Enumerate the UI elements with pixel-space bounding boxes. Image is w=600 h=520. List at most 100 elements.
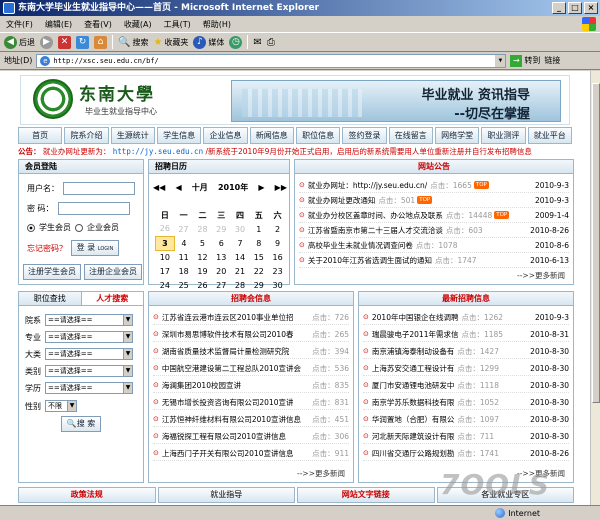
job-item[interactable]: ⊙ 河北新天际建筑设计有限 点击：711 2010-8-30 [363,429,569,444]
calendar-day[interactable]: 28 [231,278,250,292]
back-button[interactable]: ◀ 后退 [4,35,35,49]
calendar-day[interactable]: 23 [268,264,287,278]
calendar-day[interactable]: 16 [268,250,287,264]
job-item[interactable]: ⊙ 厦门市安通锂电池研发中 点击：1118 2010-8-30 [363,378,569,393]
calendar-day[interactable]: 21 [231,264,250,278]
section-text-links[interactable]: 网站文字链接 [297,487,435,503]
home-button[interactable]: ⌂ [94,35,107,49]
calendar-day[interactable]: 20 [212,264,231,278]
recruit-item[interactable]: ⊙ 深圳市易思博软件技术有限公司2010春 点击：265 [153,327,349,342]
calendar-day[interactable]: 1 [249,222,268,236]
recruit-item[interactable]: ⊙ 无锡市增长投资咨询有限公司2010宣讲 点击：831 [153,395,349,410]
nav-company-info[interactable]: 企业信息 [203,127,248,144]
nav-online-school[interactable]: 网络学堂 [434,127,480,144]
stop-button[interactable]: ✕ [58,35,71,49]
gender-select[interactable]: 不限 ▼ [45,400,77,412]
calendar-day[interactable]: 10 [156,250,175,264]
calendar-day[interactable]: 30 [231,222,250,236]
menu-help[interactable]: 帮助(H) [203,19,231,30]
nav-guestbook[interactable]: 在线留言 [388,127,433,144]
calendar-day[interactable]: 27 [174,222,193,236]
maximize-button[interactable]: □ [568,2,582,14]
calendar-day[interactable]: 6 [212,236,231,250]
calendar-day[interactable]: 8 [249,236,268,250]
calendar-day[interactable]: 14 [231,250,250,264]
nav-home[interactable]: 首页 [18,127,63,144]
calendar-day[interactable]: 5 [193,236,212,250]
register-student-button[interactable]: 注册学生会员 [23,264,81,280]
register-company-button[interactable]: 注册企业会员 [84,264,142,280]
section-guidance[interactable]: 就业指导 [157,487,295,503]
search-field-select[interactable]: ==请选择== ▼ [45,365,133,377]
calendar-day[interactable]: 22 [249,264,268,278]
calendar-day[interactable]: 29 [212,222,231,236]
company-radio[interactable] [75,223,83,232]
calendar-day[interactable]: 15 [249,250,268,264]
announce-item[interactable]: ⊙ 高校毕业生未就业情况调查问卷 点击：1078 2010-8-6 [299,238,569,253]
window-title-bar[interactable]: 东南大学毕业生就业指导中心——首页 - Microsoft Internet E… [0,0,600,16]
calendar-day[interactable]: 26 [156,222,175,236]
calendar-day[interactable]: 13 [212,250,231,264]
calendar-day[interactable]: 17 [156,264,175,278]
nav-source-stats[interactable]: 生源统计 [110,127,155,144]
address-dropdown-icon[interactable]: ▼ [495,54,506,67]
close-button[interactable]: × [584,2,598,14]
prev-year-icon[interactable]: ◀◀ [153,183,165,192]
announce-more-link[interactable]: -->>更多新闻 [517,270,565,281]
refresh-button[interactable]: ↻ [76,35,89,49]
calendar-day[interactable]: 11 [174,250,193,264]
media-button[interactable]: ♪ 媒体 [193,35,224,49]
minimize-button[interactable]: _ [552,2,566,14]
menu-tools[interactable]: 工具(T) [164,19,191,30]
job-item[interactable]: ⊙ 上海苏安交通工程设计有 点击：1299 2010-8-30 [363,361,569,376]
calendar-day[interactable]: 25 [174,278,193,292]
vertical-scrollbar[interactable] [590,71,600,505]
favorites-button[interactable]: ★ 收藏夹 [153,37,188,48]
menu-favorites[interactable]: 收藏(A) [124,19,152,30]
calendar-day[interactable]: 24 [156,278,175,292]
announce-item[interactable]: ⊙ 就业办网址：http://jy.seu.edu.cn/点击：1665 TOP 20… [299,178,569,193]
tab-talent-search[interactable]: 人才搜索 [82,292,144,305]
address-input[interactable]: e http://xsc.seu.edu.cn/bf/ ▼ [36,53,507,68]
recruit-more-link[interactable]: -->>更多新闻 [297,468,345,479]
search-field-select[interactable]: ==请选择== ▼ [45,314,133,326]
calendar-day[interactable]: 19 [193,264,212,278]
nav-contract-login[interactable]: 签约登录 [342,127,387,144]
forward-button[interactable]: ▶ [40,35,53,49]
search-submit-button[interactable]: 🔍搜 索 [61,416,101,432]
history-button[interactable]: ◷ [229,35,243,49]
recruit-item[interactable]: ⊙ 湖南省质量技术监督局计量检测研究院 点击：394 [153,344,349,359]
student-radio[interactable] [27,223,35,232]
calendar-day[interactable]: 9 [268,236,287,250]
prev-month-icon[interactable]: ◀ [175,183,181,192]
calendar-day[interactable]: 28 [193,222,212,236]
forgot-password-link[interactable]: 忘记密码？ [27,243,67,254]
job-item[interactable]: ⊙ 2010年中国银企在线调聘 点击：1262 2010-9-3 [363,310,569,325]
search-field-select[interactable]: ==请选择== ▼ [45,382,133,394]
calendar-day[interactable]: 30 [268,278,287,292]
recruit-item[interactable]: ⊙ 海澜集团2010校园宣讲 点击：835 [153,378,349,393]
menu-edit[interactable]: 编辑(E) [45,19,72,30]
calendar-day[interactable]: 7 [231,236,250,250]
nav-platform[interactable]: 就业平台 [527,127,572,144]
print-button[interactable]: ⎙ [267,37,275,48]
nav-departments[interactable]: 院系介绍 [64,127,109,144]
announce-item[interactable]: ⊙ 就业办网址更改通知 点击：501 TOP 2010-9-3 [299,193,569,208]
calendar-day[interactable]: 12 [193,250,212,264]
recruit-item[interactable]: ⊙ 上海西门子开关有限公司2010宣讲信息 点击：911 [153,446,349,461]
calendar-day[interactable]: 4 [174,236,193,250]
username-input[interactable] [63,182,135,195]
notice-url[interactable]: http://jy.seu.edu.cn [113,147,203,156]
next-year-icon[interactable]: ▶▶ [275,183,287,192]
search-field-select[interactable]: ==请选择== ▼ [45,331,133,343]
links-button[interactable]: 链接 [544,55,560,66]
scrollbar-thumb[interactable] [592,83,600,403]
job-item[interactable]: ⊙ 华润置地（合肥）有限公 点击：1097 2010-8-30 [363,412,569,427]
calendar-day[interactable]: 3 [155,235,175,251]
menu-view[interactable]: 查看(V) [84,19,112,30]
nav-jobs[interactable]: 职位信息 [295,127,341,144]
calendar-day[interactable]: 18 [174,264,193,278]
search-button[interactable]: 🔍 搜索 [118,37,148,48]
login-button[interactable]: 登 录 LOGIN [71,240,119,256]
recruit-item[interactable]: ⊙ 江苏恒神纤维材料有限公司2010宣讲信息 点击：451 [153,412,349,427]
